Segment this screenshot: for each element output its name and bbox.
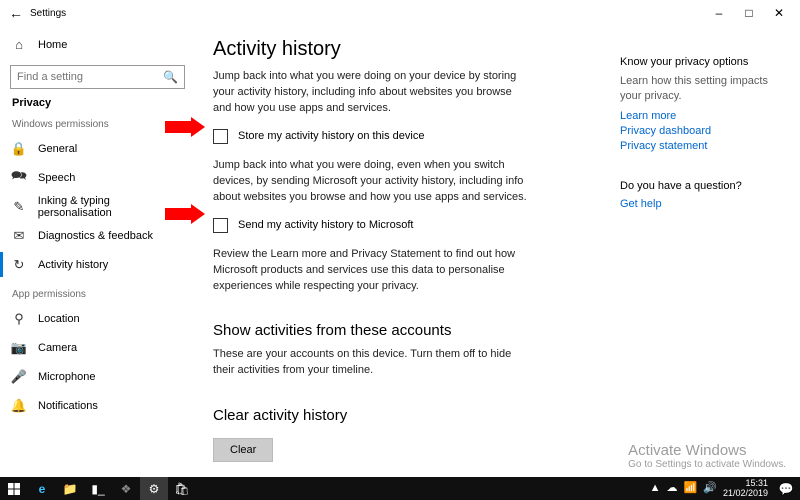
subheading-clear: Clear activity history [213, 407, 602, 424]
checkbox-store-history[interactable]: Store my activity history on this device [213, 129, 602, 144]
watermark-title: Activate Windows [628, 442, 786, 459]
checkbox-icon[interactable] [213, 218, 228, 233]
network-icon[interactable]: 📶 [684, 483, 698, 494]
link-learn-more[interactable]: Learn more [620, 110, 786, 122]
right-heading-privacy: Know your privacy options [620, 56, 786, 68]
bell-icon: 🔔 [10, 398, 28, 414]
right-heading-question: Do you have a question? [620, 180, 786, 192]
checkbox-icon[interactable] [213, 129, 228, 144]
accounts-paragraph: These are your accounts on this device. … [213, 347, 533, 379]
page-title: Activity history [213, 38, 602, 61]
annotation-arrow-icon [165, 117, 205, 137]
link-privacy-statement[interactable]: Privacy statement [620, 140, 786, 152]
sidebar-item-diagnostics[interactable]: ✉ Diagnostics & feedback [0, 221, 195, 250]
search-icon: 🔍 [163, 70, 178, 84]
link-privacy-dashboard[interactable]: Privacy dashboard [620, 125, 786, 137]
intro-paragraph-2: Jump back into what you were doing, even… [213, 158, 533, 206]
sidebar-home[interactable]: ⌂ Home [0, 30, 195, 59]
feedback-icon: ✉ [10, 228, 28, 244]
camera-icon: 📷 [10, 340, 28, 356]
taskbar: e 📁 ▮_ ❖ ⚙ 🛍 ▲ ☁ 📶 🔊 15:31 21/02/2019 💬 [0, 477, 800, 500]
sidebar-item-notifications[interactable]: 🔔 Notifications [0, 391, 195, 420]
folder-icon: 📁 [63, 482, 78, 496]
taskbar-explorer[interactable]: 📁 [56, 477, 84, 500]
right-text-privacy: Learn how this setting impacts your priv… [620, 74, 786, 104]
checkbox-send-history-label: Send my activity history to Microsoft [238, 219, 413, 231]
sidebar-category: Privacy [0, 97, 195, 109]
subheading-accounts: Show activities from these accounts [213, 322, 602, 339]
maximize-button[interactable]: □ [734, 6, 764, 20]
chevron-up-icon[interactable]: ▲ [650, 483, 661, 494]
store-icon: 🛍 [174, 482, 189, 496]
action-center-button[interactable]: 💬 [772, 477, 800, 500]
system-tray[interactable]: ▲ ☁ 📶 🔊 [644, 483, 723, 494]
link-get-help[interactable]: Get help [620, 198, 786, 210]
notification-icon: 💬 [779, 482, 794, 496]
close-button[interactable]: ✕ [764, 6, 794, 20]
checkbox-store-history-label: Store my activity history on this device [238, 130, 424, 142]
sidebar-item-microphone[interactable]: 🎤 Microphone [0, 362, 195, 391]
windows-logo-icon [8, 483, 20, 495]
taskbar-terminal[interactable]: ▮_ [84, 477, 112, 500]
sidebar-group2-heading: App permissions [0, 289, 195, 300]
taskbar-store[interactable]: 🛍 [168, 477, 196, 500]
sidebar-home-label: Home [38, 39, 67, 51]
speech-icon: 🗪 [10, 167, 28, 189]
sidebar-item-speech[interactable]: 🗪 Speech [0, 163, 195, 192]
terminal-icon: ▮_ [91, 482, 104, 496]
activation-watermark: Activate Windows Go to Settings to activ… [628, 442, 786, 470]
lock-icon: 🔒 [10, 141, 28, 157]
history-icon: ↻ [10, 257, 28, 273]
right-pane: Know your privacy options Learn how this… [620, 26, 800, 477]
sidebar-item-general[interactable]: 🔒 General [0, 134, 195, 163]
volume-icon[interactable]: 🔊 [703, 483, 717, 494]
watermark-subtitle: Go to Settings to activate Windows. [628, 459, 786, 470]
sidebar-item-location[interactable]: ⚲ Location [0, 304, 195, 333]
start-button[interactable] [0, 477, 28, 500]
minimize-button[interactable]: – [704, 6, 734, 20]
location-icon: ⚲ [10, 311, 28, 327]
intro-paragraph-3: Review the Learn more and Privacy Statem… [213, 247, 533, 295]
checkbox-send-history[interactable]: Send my activity history to Microsoft [213, 218, 602, 233]
taskbar-edge[interactable]: e [28, 477, 56, 500]
app-icon: ❖ [121, 482, 132, 496]
main-pane: Activity history Jump back into what you… [195, 26, 620, 477]
window-title: Settings [30, 8, 66, 19]
onedrive-icon[interactable]: ☁ [667, 483, 678, 494]
back-button[interactable]: ← [6, 5, 26, 21]
taskbar-clock[interactable]: 15:31 21/02/2019 [723, 479, 772, 498]
clear-button[interactable]: Clear [213, 438, 273, 462]
search-input[interactable] [17, 71, 163, 83]
sidebar-item-activity-history[interactable]: ↻ Activity history [0, 250, 195, 279]
pen-icon: ✎ [10, 199, 28, 215]
search-input-wrap[interactable]: 🔍 [10, 65, 185, 89]
annotation-arrow-icon [165, 204, 205, 224]
sidebar-item-camera[interactable]: 📷 Camera [0, 333, 195, 362]
home-icon: ⌂ [10, 37, 28, 52]
taskbar-date: 21/02/2019 [723, 489, 768, 498]
taskbar-settings[interactable]: ⚙ [140, 477, 168, 500]
gear-icon: ⚙ [149, 482, 160, 496]
intro-paragraph-1: Jump back into what you were doing on yo… [213, 69, 533, 117]
microphone-icon: 🎤 [10, 369, 28, 385]
sidebar: ⌂ Home 🔍 Privacy Windows permissions 🔒 G… [0, 26, 195, 477]
taskbar-app-1[interactable]: ❖ [112, 477, 140, 500]
